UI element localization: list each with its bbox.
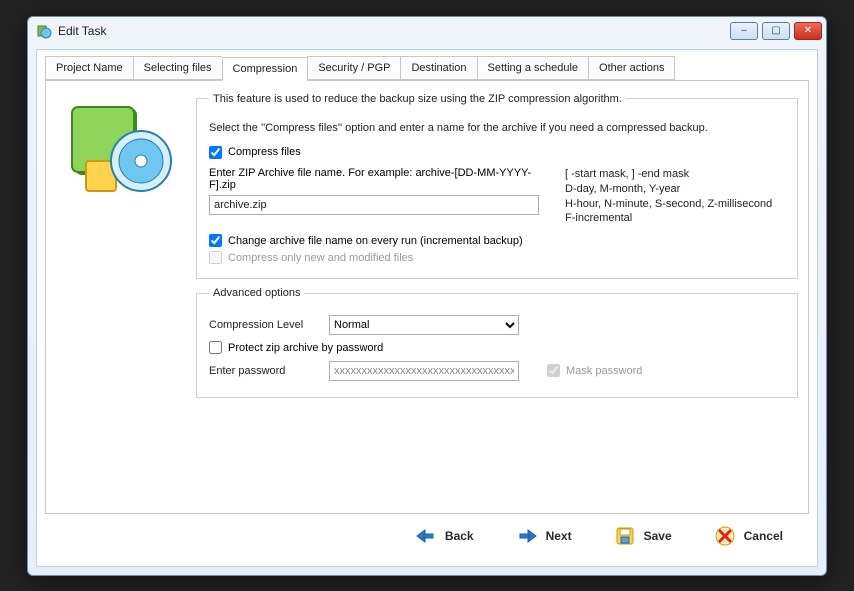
form-column: This feature is used to reduce the backu… [196,93,798,501]
advanced-legend: Advanced options [209,287,304,299]
tab-strip: Project Name Selecting files Compression… [45,56,809,80]
dialog-body: Project Name Selecting files Compression… [36,49,818,567]
tab-compression[interactable]: Compression [222,57,308,81]
save-floppy-icon [614,525,636,547]
compress-files-input[interactable] [209,146,222,159]
save-label: Save [644,529,672,543]
mask-legend-3: H-hour, N-minute, S-second, Z-millisecon… [565,197,785,212]
next-button[interactable]: Next [510,521,578,551]
app-icon [36,23,52,39]
advanced-group: Advanced options Compression Level Norma… [196,287,798,398]
mask-password-label: Mask password [566,365,642,377]
only-new-label: Compress only new and modified files [228,252,413,264]
dialog-window: Edit Task – ▢ ✕ Project Name Selecting f… [27,16,827,576]
cancel-label: Cancel [744,529,783,543]
cancel-x-icon [714,525,736,547]
minimize-button[interactable]: – [730,22,758,40]
back-arrow-icon [415,525,437,547]
cancel-button[interactable]: Cancel [708,521,789,551]
tab-selecting-files[interactable]: Selecting files [133,56,222,80]
compression-level-label: Compression Level [209,319,319,331]
tab-security-pgp[interactable]: Security / PGP [307,56,400,80]
close-button[interactable]: ✕ [794,22,822,40]
window-buttons: – ▢ ✕ [730,22,822,40]
protect-password-input[interactable] [209,341,222,354]
tab-destination[interactable]: Destination [400,56,476,80]
compression-group: This feature is used to reduce the backu… [196,93,798,280]
compression-legend: This feature is used to reduce the backu… [209,93,626,105]
incremental-label: Change archive file name on every run (i… [228,235,523,247]
protect-password-checkbox[interactable]: Protect zip archive by password [209,341,785,354]
tab-project-name[interactable]: Project Name [45,56,133,80]
archive-name-label: Enter ZIP Archive file name. For example… [209,167,553,191]
compress-files-label: Compress files [228,146,301,158]
titlebar: Edit Task – ▢ ✕ [28,17,826,45]
mask-legend-4: F-incremental [565,211,785,226]
mask-legend-1: [ -start mask, ] -end mask [565,167,785,182]
incremental-checkbox[interactable]: Change archive file name on every run (i… [209,234,785,247]
only-new-checkbox: Compress only new and modified files [209,251,785,264]
password-input [329,361,519,381]
button-bar: Back Next Save Cancel [45,514,809,558]
compression-level-select[interactable]: Normal [329,315,519,335]
next-label: Next [546,529,572,543]
tab-other-actions[interactable]: Other actions [588,56,675,80]
tab-content: This feature is used to reduce the backu… [45,80,809,514]
compression-hint: Select the ''Compress files'' option and… [209,121,785,136]
sidebar-graphic [56,93,186,501]
mask-password-input [547,364,560,377]
backup-illustration-icon [66,101,176,211]
incremental-input[interactable] [209,234,222,247]
maximize-button[interactable]: ▢ [762,22,790,40]
back-button[interactable]: Back [409,521,480,551]
tab-schedule[interactable]: Setting a schedule [477,56,589,80]
compress-files-checkbox[interactable]: Compress files [209,146,785,159]
protect-password-label: Protect zip archive by password [228,342,383,354]
archive-name-input[interactable] [209,195,539,215]
only-new-input [209,251,222,264]
window-title: Edit Task [58,24,106,38]
next-arrow-icon [516,525,538,547]
enter-password-label: Enter password [209,365,319,377]
mask-legend: [ -start mask, ] -end mask D-day, M-mont… [565,167,785,226]
mask-password-checkbox: Mask password [547,364,642,377]
back-label: Back [445,529,474,543]
save-button[interactable]: Save [608,521,678,551]
mask-legend-2: D-day, M-month, Y-year [565,182,785,197]
